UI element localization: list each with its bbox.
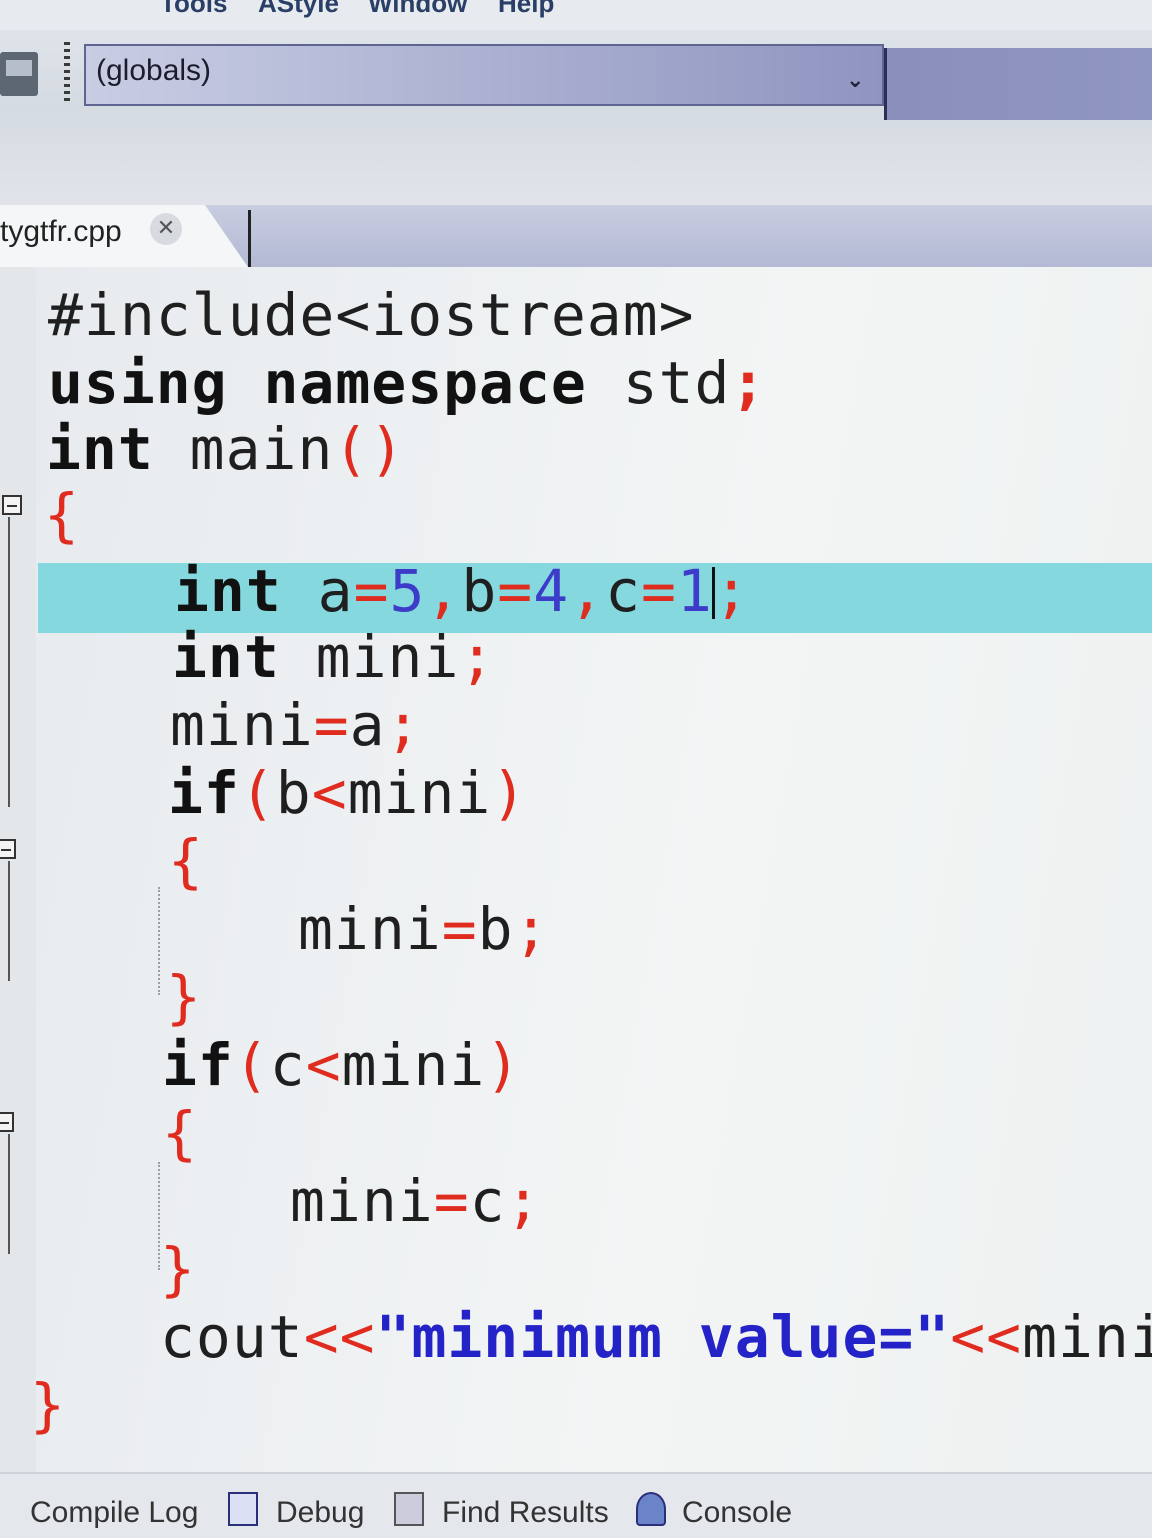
scope-combo[interactable]: (globals) ⌄ bbox=[84, 44, 884, 106]
scope-combo-value: (globals) bbox=[96, 54, 212, 87]
indent-guide bbox=[158, 887, 162, 995]
tab-separator bbox=[248, 210, 251, 272]
code-line-12: if(c<mini) bbox=[162, 1031, 522, 1099]
fold-toggle-if1[interactable] bbox=[0, 839, 16, 859]
code-line-15: } bbox=[160, 1235, 196, 1303]
code-line-6: int mini; bbox=[172, 623, 496, 691]
tab-console[interactable]: Console bbox=[682, 1496, 792, 1530]
fold-line bbox=[8, 861, 10, 981]
tab-find-results[interactable]: Find Results bbox=[442, 1496, 609, 1530]
tab-label: tygtfr.cpp bbox=[0, 215, 122, 248]
toolbar: (globals) ⌄ bbox=[0, 30, 1152, 220]
fold-toggle-if2[interactable] bbox=[0, 1112, 14, 1132]
code-line-1: #include<iostream> bbox=[48, 281, 695, 349]
code-line-16: cout<<"minimum value="<<mini; bbox=[160, 1303, 1152, 1371]
tab-debug[interactable]: Debug bbox=[276, 1496, 364, 1530]
symbol-combo[interactable] bbox=[884, 48, 1152, 120]
menu-bar: Tools AStyle Window Help bbox=[0, 0, 1152, 30]
find-results-icon bbox=[394, 1492, 424, 1526]
print-icon[interactable] bbox=[0, 52, 38, 96]
console-icon bbox=[636, 1492, 666, 1526]
fold-line bbox=[8, 1134, 10, 1254]
code-line-5: int a=5,b=4,c=1; bbox=[174, 557, 750, 625]
toolbar-grip[interactable] bbox=[64, 42, 70, 102]
code-line-2: using namespace std; bbox=[48, 349, 767, 417]
menu-tools[interactable]: Tools bbox=[160, 0, 227, 19]
fold-toggle-main[interactable] bbox=[2, 495, 22, 515]
menu-astyle[interactable]: AStyle bbox=[258, 0, 339, 19]
code-line-17: } bbox=[30, 1371, 66, 1439]
code-line-14: mini=c; bbox=[290, 1167, 542, 1235]
code-line-8: if(b<mini) bbox=[168, 759, 528, 827]
code-line-10: mini=b; bbox=[298, 895, 550, 963]
chevron-down-icon[interactable]: ⌄ bbox=[846, 68, 876, 93]
code-editor[interactable]: #include<iostream> using namespace std; … bbox=[0, 267, 1152, 1472]
code-line-4: { bbox=[44, 481, 80, 549]
code-line-7: mini=a; bbox=[170, 691, 422, 759]
menu-help[interactable]: Help bbox=[498, 0, 554, 19]
debug-icon bbox=[228, 1492, 258, 1526]
fold-gutter bbox=[0, 267, 36, 1472]
close-icon[interactable]: ✕ bbox=[150, 213, 182, 245]
fold-line bbox=[8, 517, 10, 807]
code-line-13: { bbox=[162, 1099, 198, 1167]
menu-window[interactable]: Window bbox=[368, 0, 467, 19]
code-line-3: int main() bbox=[46, 415, 406, 483]
bottom-panel-tabs: Compile Log Debug Find Results Console bbox=[0, 1472, 1152, 1538]
code-line-11: } bbox=[166, 963, 202, 1031]
tab-compile-log[interactable]: Compile Log bbox=[30, 1496, 198, 1530]
code-line-9: { bbox=[168, 827, 204, 895]
tab-tygtfr-cpp[interactable]: tygtfr.cpp ✕ bbox=[0, 205, 250, 270]
